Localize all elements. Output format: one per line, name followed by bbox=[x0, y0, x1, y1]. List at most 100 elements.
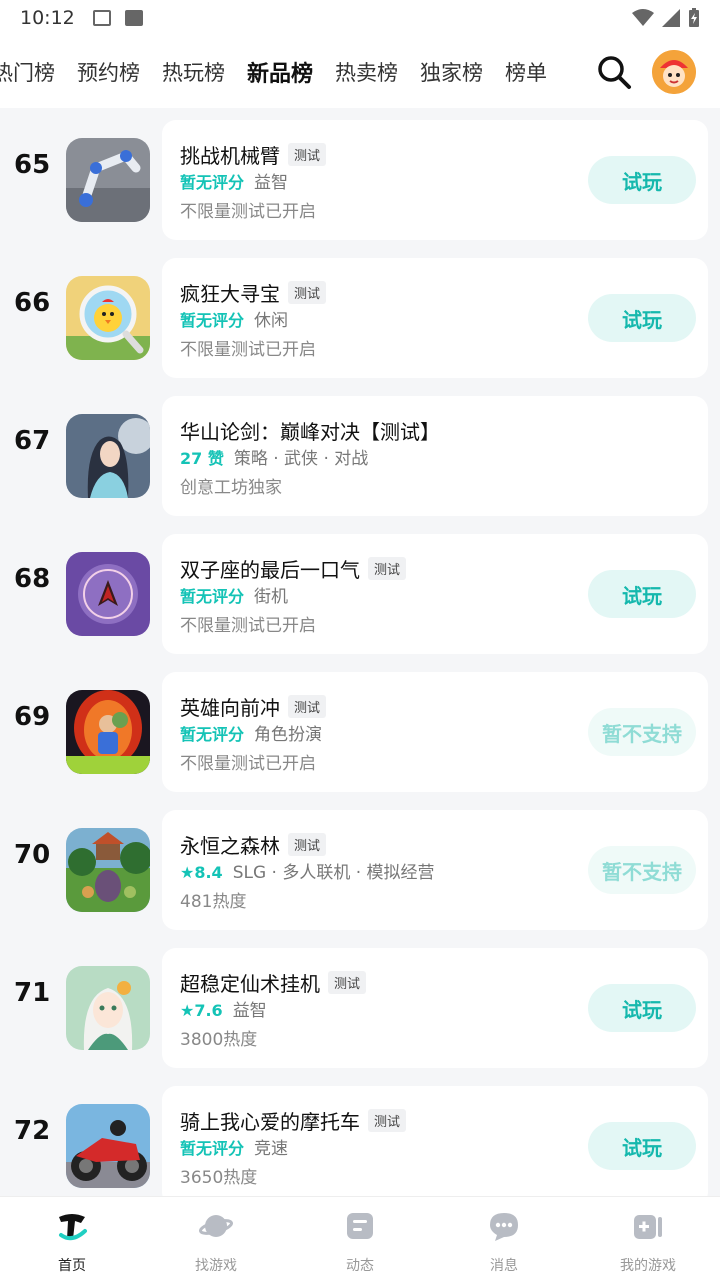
nav-item-2[interactable]: 动态 bbox=[288, 1197, 432, 1280]
try-play-button[interactable]: 试玩 bbox=[588, 984, 696, 1032]
search-icon[interactable] bbox=[596, 54, 632, 90]
chat-icon bbox=[487, 1209, 521, 1247]
rank-number: 72 bbox=[14, 1116, 51, 1146]
game-category: 角色扮演 bbox=[254, 725, 323, 745]
game-title-line: 疯狂大寻宝 测试 bbox=[180, 278, 327, 307]
game-row[interactable]: 69 英雄向前冲 测试 暂无评分 角色扮演 不限量测试已开启 暂不支持 bbox=[0, 660, 720, 798]
game-meta: ★8.4 SLG · 多人联机 · 模拟经营 bbox=[180, 858, 435, 883]
game-icon[interactable] bbox=[66, 1104, 150, 1188]
tab-0[interactable]: 热门榜 bbox=[0, 57, 55, 87]
game-card[interactable]: 英雄向前冲 测试 暂无评分 角色扮演 不限量测试已开启 暂不支持 bbox=[162, 672, 708, 792]
game-meta: 暂无评分 休闲 bbox=[180, 306, 288, 331]
game-icon[interactable] bbox=[66, 552, 150, 636]
rank-number: 67 bbox=[14, 426, 51, 456]
game-row[interactable]: 65 挑战机械臂 测试 暂无评分 益智 不限量测试已开启 试玩 bbox=[0, 108, 720, 246]
game-card[interactable]: 华山论剑：巅峰对决【测试】 27 赞策略 · 武侠 · 对战 创意工坊独家 bbox=[162, 396, 708, 516]
nav-item-0[interactable]: 首页 bbox=[0, 1197, 144, 1280]
tab-5[interactable]: 独家榜 bbox=[420, 57, 483, 87]
gallery-notification-icon bbox=[92, 10, 111, 26]
ranking-tab-bar: 热门榜 预约榜 热玩榜 新品榜 热卖榜 独家榜 榜单 bbox=[0, 36, 720, 108]
test-tag: 测试 bbox=[328, 971, 367, 994]
test-tag: 测试 bbox=[368, 557, 407, 580]
tab-1[interactable]: 预约榜 bbox=[77, 57, 140, 87]
game-card[interactable]: 骑上我心爱的摩托车 测试 暂无评分 竞速 3650热度 试玩 bbox=[162, 1086, 708, 1196]
game-icon[interactable] bbox=[66, 414, 150, 498]
tabs-fade-overlay bbox=[550, 36, 590, 108]
rank-number: 70 bbox=[14, 840, 51, 870]
game-card[interactable]: 永恒之森林 测试 ★8.4 SLG · 多人联机 · 模拟经营 481热度 暂不支持 bbox=[162, 810, 708, 930]
nav-label: 找游戏 bbox=[195, 1258, 237, 1274]
tab-4[interactable]: 热卖榜 bbox=[335, 57, 398, 87]
test-tag: 测试 bbox=[288, 143, 327, 166]
app-notification-icon bbox=[124, 10, 143, 26]
nav-item-3[interactable]: 消息 bbox=[432, 1197, 576, 1280]
game-icon[interactable] bbox=[66, 966, 150, 1050]
avatar[interactable] bbox=[652, 50, 696, 94]
game-score: 27 赞 bbox=[180, 449, 224, 468]
tab-2[interactable]: 热玩榜 bbox=[162, 57, 225, 87]
game-subtitle: 481热度 bbox=[180, 892, 247, 912]
game-title-line: 超稳定仙术挂机 测试 bbox=[180, 968, 367, 997]
game-row[interactable]: 66 疯狂大寻宝 测试 暂无评分 休闲不限量测试已开启 试玩 bbox=[0, 246, 720, 384]
signal-icon bbox=[662, 9, 680, 27]
planet-icon bbox=[198, 1209, 234, 1247]
game-icon[interactable] bbox=[66, 828, 150, 912]
game-meta: 暂无评分 街机 bbox=[180, 582, 288, 607]
game-card[interactable]: 挑战机械臂 测试 暂无评分 益智 不限量测试已开启 试玩 bbox=[162, 120, 708, 240]
rank-number: 69 bbox=[14, 702, 51, 732]
game-row[interactable]: 68 双子座的最后一口气 测试 暂无评分 街机 不限量测试已开启 试玩 bbox=[0, 522, 720, 660]
wifi-icon bbox=[632, 9, 654, 26]
game-score: ★7.6 bbox=[180, 1001, 223, 1020]
bottom-nav: 首页 找游戏 动态 消息 我的游戏 bbox=[0, 1196, 720, 1280]
game-row[interactable]: 71 超稳定仙术挂机 测试 ★7.6 益智 3800热度 试玩 bbox=[0, 936, 720, 1074]
ranking-tabs: 热门榜 预约榜 热玩榜 新品榜 热卖榜 独家榜 榜单 bbox=[0, 36, 590, 108]
tab-3[interactable]: 新品榜 bbox=[244, 56, 316, 90]
game-title-line: 永恒之森林 测试 bbox=[180, 830, 327, 859]
game-ranking-list: 65 挑战机械臂 测试 暂无评分 益智 不限量测试已开启 试玩 66 疯狂大寻宝 测试 暂无评分 休闲… bbox=[0, 108, 720, 1196]
game-meta: 暂无评分 角色扮演 bbox=[180, 720, 322, 745]
game-title: 挑战机械臂 bbox=[180, 144, 280, 168]
rank-number: 71 bbox=[14, 978, 51, 1008]
rank-number: 65 bbox=[14, 150, 51, 180]
try-play-button[interactable]: 试玩 bbox=[588, 156, 696, 204]
game-title: 疯狂大寻宝 bbox=[180, 282, 280, 306]
game-card[interactable]: 超稳定仙术挂机 测试 ★7.6 益智 3800热度 试玩 bbox=[162, 948, 708, 1068]
game-subtitle: 不限量测试已开启 bbox=[180, 340, 316, 360]
game-title-line: 挑战机械臂 测试 bbox=[180, 140, 327, 169]
game-category: SLG · 多人联机 · 模拟经营 bbox=[232, 863, 435, 883]
try-play-button[interactable]: 试玩 bbox=[588, 294, 696, 342]
game-row[interactable]: 67 华山论剑：巅峰对决【测试】 27 赞策略 · 武侠 · 对战 创意工坊独家 bbox=[0, 384, 720, 522]
game-title: 超稳定仙术挂机 bbox=[180, 972, 320, 996]
game-card[interactable]: 双子座的最后一口气 测试 暂无评分 街机 不限量测试已开启 试玩 bbox=[162, 534, 708, 654]
game-subtitle: 不限量测试已开启 bbox=[180, 754, 316, 774]
nav-label: 首页 bbox=[58, 1258, 86, 1274]
not-supported-button: 暂不支持 bbox=[588, 846, 696, 894]
status-bar: 10:12 bbox=[0, 0, 720, 36]
test-tag: 测试 bbox=[368, 1109, 407, 1132]
game-row[interactable]: 72 骑上我心爱的摩托车 测试 暂无评分 竞速 3650热度 试玩 bbox=[0, 1074, 720, 1196]
game-row[interactable]: 70 永恒之森林 测试 ★8.4 SLG · 多人联机 · 模拟经营 481热度 暂不支持 bbox=[0, 798, 720, 936]
game-category: 益智 bbox=[254, 173, 289, 193]
game-title: 华山论剑：巅峰对决【测试】 bbox=[180, 420, 440, 444]
game-title: 永恒之森林 bbox=[180, 834, 280, 858]
game-subtitle: 不限量测试已开启 bbox=[180, 616, 316, 636]
nav-item-4[interactable]: 我的游戏 bbox=[576, 1197, 720, 1280]
game-card[interactable]: 疯狂大寻宝 测试 暂无评分 休闲不限量测试已开启 试玩 bbox=[162, 258, 708, 378]
game-score: 暂无评分 bbox=[180, 1139, 245, 1158]
tab-6[interactable]: 榜单 bbox=[505, 57, 547, 87]
game-score: ★8.4 bbox=[180, 863, 223, 882]
try-play-button[interactable]: 试玩 bbox=[588, 570, 696, 618]
game-category: 休闲 bbox=[254, 311, 289, 331]
nav-label: 我的游戏 bbox=[620, 1258, 676, 1274]
game-icon[interactable] bbox=[66, 138, 150, 222]
rank-number: 66 bbox=[14, 288, 51, 318]
battery-icon bbox=[689, 8, 699, 27]
nav-item-1[interactable]: 找游戏 bbox=[144, 1197, 288, 1280]
game-icon[interactable] bbox=[66, 276, 150, 360]
game-icon[interactable] bbox=[66, 690, 150, 774]
test-tag: 测试 bbox=[288, 833, 327, 856]
feed-icon bbox=[343, 1209, 377, 1247]
game-category: 街机 bbox=[254, 587, 289, 607]
game-subtitle: 创意工坊独家 bbox=[180, 478, 282, 498]
try-play-button[interactable]: 试玩 bbox=[588, 1122, 696, 1170]
